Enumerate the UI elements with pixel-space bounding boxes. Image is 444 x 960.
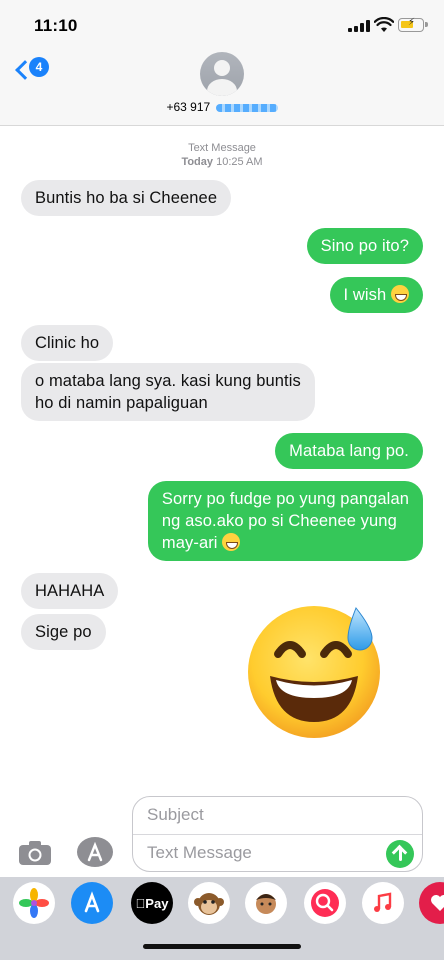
camera-button[interactable] xyxy=(18,840,52,866)
message-incoming[interactable]: o mataba lang sya. kasi kung buntis ho d… xyxy=(21,363,315,421)
contact-number-text: +63 917 xyxy=(166,100,211,114)
send-button[interactable] xyxy=(386,840,414,868)
service-label: Text Message xyxy=(188,142,256,154)
message-text: ho di namin papaliguan xyxy=(35,394,208,412)
time-label: 10:25 AM xyxy=(216,156,263,168)
wifi-icon xyxy=(374,17,394,32)
thread-timestamp: Text Message Today 10:25 AM xyxy=(0,141,444,169)
message-outgoing[interactable]: Mataba lang po. xyxy=(275,433,423,469)
apple-logo-icon:  xyxy=(136,896,146,911)
grinning-face-with-sweat-icon[interactable] xyxy=(244,598,386,740)
cellular-signal-icon xyxy=(348,20,370,32)
status-bar: 11:10 ⚡ xyxy=(0,0,444,50)
photos-icon[interactable] xyxy=(13,882,55,924)
grinning-face-icon xyxy=(222,533,241,551)
day-label: Today xyxy=(181,156,214,168)
home-indicator[interactable] xyxy=(143,944,301,949)
message-composer[interactable]: Subject Text Message xyxy=(132,796,423,872)
message-outgoing[interactable]: Sorry po fudge po yung pangalan ng aso.a… xyxy=(147,481,423,561)
image-search-icon[interactable] xyxy=(304,882,346,924)
message-text: Buntis ho ba si Cheenee xyxy=(35,189,218,207)
subject-input[interactable]: Subject xyxy=(147,805,204,825)
message-text: I wish xyxy=(343,286,387,304)
message-text: may-ari xyxy=(161,534,218,552)
message-text: Sorry po fudge po yung pangalan xyxy=(161,490,409,508)
message-incoming[interactable]: HAHAHA xyxy=(21,573,119,609)
message-text: Mataba lang po. xyxy=(289,442,409,460)
composer-divider xyxy=(133,834,422,835)
memoji-icon[interactable] xyxy=(245,882,287,924)
back-button[interactable]: 4 xyxy=(12,57,56,85)
message-text: Sino po ito? xyxy=(320,237,409,255)
message-incoming[interactable]: Clinic ho xyxy=(21,325,114,361)
message-outgoing[interactable]: Sino po ito? xyxy=(306,228,423,264)
message-text: ng aso.ako po si Cheenee yung xyxy=(161,512,397,530)
app-store-icon[interactable] xyxy=(71,882,113,924)
digital-touch-icon[interactable] xyxy=(419,882,444,924)
message-text: Sige po xyxy=(35,623,92,641)
conversation-header: 4 +63 917 xyxy=(0,50,444,126)
music-icon[interactable] xyxy=(362,882,404,924)
contact-avatar[interactable] xyxy=(200,52,244,96)
redaction-scribble xyxy=(215,103,278,112)
apple-pay-label: Pay xyxy=(140,895,168,911)
message-incoming[interactable]: Sige po xyxy=(21,614,106,650)
contact-number[interactable]: +63 917 xyxy=(0,100,444,114)
message-outgoing[interactable]: I wish xyxy=(329,277,423,313)
message-text: o mataba lang sya. kasi kung buntis xyxy=(35,372,301,390)
message-text: HAHAHA xyxy=(35,582,105,600)
message-incoming[interactable]: Buntis ho ba si Cheenee xyxy=(21,180,232,216)
unread-count-badge: 4 xyxy=(29,57,49,77)
message-text: Clinic ho xyxy=(35,334,100,352)
clock: 11:10 xyxy=(34,16,78,35)
grinning-face-icon xyxy=(391,285,409,303)
message-input[interactable]: Text Message xyxy=(147,843,252,863)
apple-pay-icon[interactable]: Pay xyxy=(131,882,173,924)
animoji-icon[interactable] xyxy=(188,882,230,924)
app-store-button[interactable] xyxy=(76,836,114,868)
battery-charging-icon: ⚡ xyxy=(398,17,428,32)
